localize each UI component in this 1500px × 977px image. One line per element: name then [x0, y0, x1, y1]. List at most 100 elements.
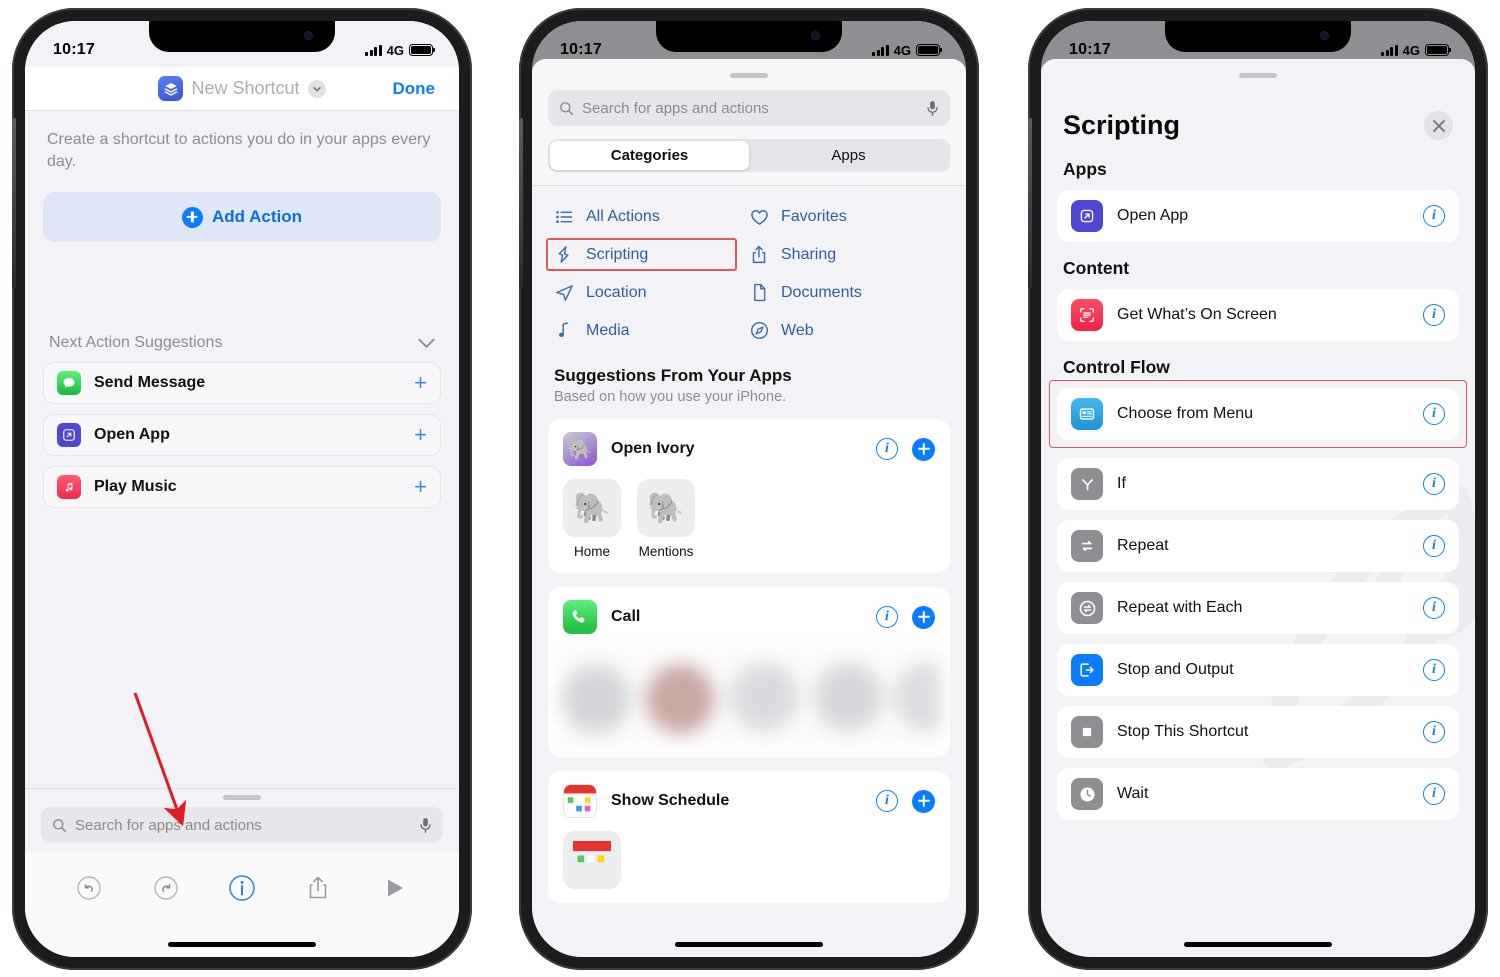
- action-row-if[interactable]: If i: [1057, 458, 1459, 510]
- info-circle-icon[interactable]: i: [1423, 659, 1445, 681]
- list-item[interactable]: [563, 831, 621, 889]
- category-grid: All Actions Favorites Scripting Sharing …: [532, 186, 966, 340]
- share-button[interactable]: [300, 870, 336, 906]
- suggestions-subtitle: Based on how you use your iPhone.: [554, 389, 787, 405]
- phone-device-2: 10:17 4G Search for apps and actions Cat…: [519, 8, 979, 970]
- home-indicator: [168, 942, 316, 947]
- info-circle-icon[interactable]: i: [1423, 304, 1445, 326]
- play-button[interactable]: [377, 870, 413, 906]
- suggestion-card-open-ivory[interactable]: 🐘 Open Ivory i 🐘 Home 🐘 Mentions: [548, 419, 950, 573]
- microphone-icon[interactable]: [419, 817, 432, 834]
- plus-circle-icon[interactable]: [912, 605, 935, 629]
- plus-icon[interactable]: +: [414, 476, 427, 498]
- sheet-grabber[interactable]: [730, 73, 768, 78]
- plus-circle-icon[interactable]: [912, 789, 935, 813]
- info-button[interactable]: [224, 870, 260, 906]
- search-placeholder: Search for apps and actions: [582, 99, 769, 117]
- list-item[interactable]: 🐘 Mentions: [637, 479, 695, 559]
- cellular-bars-icon: [365, 44, 382, 56]
- action-row-open-app[interactable]: Open App i: [1057, 190, 1459, 242]
- action-row-repeat[interactable]: Repeat i: [1057, 520, 1459, 572]
- tab-categories[interactable]: Categories: [550, 141, 749, 170]
- network-type-label: 4G: [893, 42, 911, 58]
- info-circle-icon[interactable]: i: [1423, 403, 1445, 425]
- plus-icon[interactable]: +: [414, 424, 427, 446]
- repeat-icon: [1071, 530, 1103, 562]
- suggestion-card-show-schedule[interactable]: Show Schedule i: [548, 771, 950, 903]
- status-indicators: 4G: [872, 42, 943, 58]
- info-circle-icon[interactable]: i: [876, 606, 898, 628]
- list-item-label: Open App: [94, 426, 170, 444]
- shortcut-title-group[interactable]: New Shortcut: [158, 76, 326, 101]
- category-media[interactable]: Media: [554, 321, 749, 340]
- category-documents[interactable]: Documents: [749, 283, 944, 302]
- music-note-icon: [554, 321, 574, 340]
- close-icon[interactable]: [1424, 111, 1453, 140]
- category-web[interactable]: Web: [749, 321, 944, 340]
- add-action-button[interactable]: Add Action: [43, 192, 441, 243]
- network-type-label: 4G: [386, 42, 404, 58]
- cellular-bars-icon: [872, 44, 889, 56]
- action-label: If: [1117, 475, 1126, 492]
- info-circle-icon[interactable]: i: [1423, 473, 1445, 495]
- action-row-stop-this-shortcut[interactable]: Stop This Shortcut i: [1057, 706, 1459, 758]
- battery-icon: [916, 44, 943, 56]
- plus-circle-icon[interactable]: [912, 437, 935, 461]
- info-circle-icon[interactable]: i: [1423, 205, 1445, 227]
- action-row-stop-and-output[interactable]: Stop and Output i: [1057, 644, 1459, 696]
- info-circle-icon[interactable]: i: [876, 790, 898, 812]
- tab-apps[interactable]: Apps: [749, 141, 948, 170]
- done-button[interactable]: Done: [393, 79, 436, 99]
- microphone-icon[interactable]: [926, 100, 939, 117]
- action-row-get-whats-on-screen[interactable]: Get What’s On Screen i: [1057, 289, 1459, 341]
- category-favorites[interactable]: Favorites: [749, 208, 944, 226]
- list-item[interactable]: Open App +: [43, 414, 441, 457]
- sheet-grabber[interactable]: [1239, 73, 1277, 78]
- card-title: Call: [611, 608, 641, 625]
- blurred-contacts-strip: [558, 647, 940, 747]
- info-circle-icon[interactable]: i: [1423, 597, 1445, 619]
- plus-icon[interactable]: +: [414, 372, 427, 394]
- stop-square-icon: [1071, 716, 1103, 748]
- list-item[interactable]: 🐘 Home: [563, 479, 621, 559]
- search-input[interactable]: Search for apps and actions: [548, 90, 950, 126]
- redo-button[interactable]: [148, 870, 184, 906]
- category-scripting[interactable]: Scripting: [546, 238, 749, 271]
- shortcuts-app-icon: [158, 76, 184, 101]
- phone-3-screen: 10:17 4G Scripting Apps Open App i Conte…: [1041, 21, 1475, 957]
- info-circle-icon[interactable]: i: [876, 438, 898, 460]
- category-sharing[interactable]: Sharing: [749, 245, 944, 264]
- search-input[interactable]: Search for apps and actions: [41, 807, 443, 843]
- action-row-wait[interactable]: Wait i: [1057, 768, 1459, 820]
- chevron-down-icon[interactable]: [418, 338, 435, 349]
- calendar-app-icon: [563, 784, 597, 818]
- undo-button[interactable]: [71, 870, 107, 906]
- tile-label: Mentions: [638, 544, 694, 559]
- scripting-sheet: Scripting Apps Open App i Content Get Wh…: [1041, 59, 1475, 957]
- screenshot-stage: 10:17 4G New Shortcut Done Create a shor…: [0, 0, 1500, 977]
- info-circle-icon[interactable]: i: [1423, 535, 1445, 557]
- action-row-choose-from-menu[interactable]: Choose from Menu i: [1057, 388, 1459, 440]
- phone-2-screen: 10:17 4G Search for apps and actions Cat…: [532, 21, 966, 957]
- action-row-repeat-with-each[interactable]: Repeat with Each i: [1057, 582, 1459, 634]
- action-label: Repeat: [1117, 537, 1169, 554]
- sheet-grabber[interactable]: [223, 795, 261, 800]
- list-item[interactable]: Send Message +: [43, 362, 441, 405]
- compass-icon: [749, 321, 769, 340]
- segmented-control[interactable]: Categories Apps: [548, 139, 950, 172]
- category-location[interactable]: Location: [554, 283, 749, 302]
- info-circle-icon[interactable]: i: [1423, 721, 1445, 743]
- editor-description: Create a shortcut to actions you do in y…: [47, 131, 431, 170]
- stop-output-icon: [1071, 654, 1103, 686]
- category-all-actions[interactable]: All Actions: [554, 208, 749, 226]
- info-circle-icon[interactable]: i: [1423, 783, 1445, 805]
- category-label: Media: [586, 321, 630, 339]
- shortcut-name: New Shortcut: [191, 78, 300, 98]
- list-item[interactable]: Play Music +: [43, 466, 441, 509]
- chevron-down-icon[interactable]: [307, 79, 326, 98]
- screen-scan-icon: [1071, 299, 1103, 331]
- suggestion-card-call[interactable]: Call i: [548, 587, 950, 757]
- next-action-suggestions-header[interactable]: Next Action Suggestions: [25, 334, 459, 352]
- card-title: Show Schedule: [611, 792, 730, 809]
- messages-app-icon: [57, 371, 81, 396]
